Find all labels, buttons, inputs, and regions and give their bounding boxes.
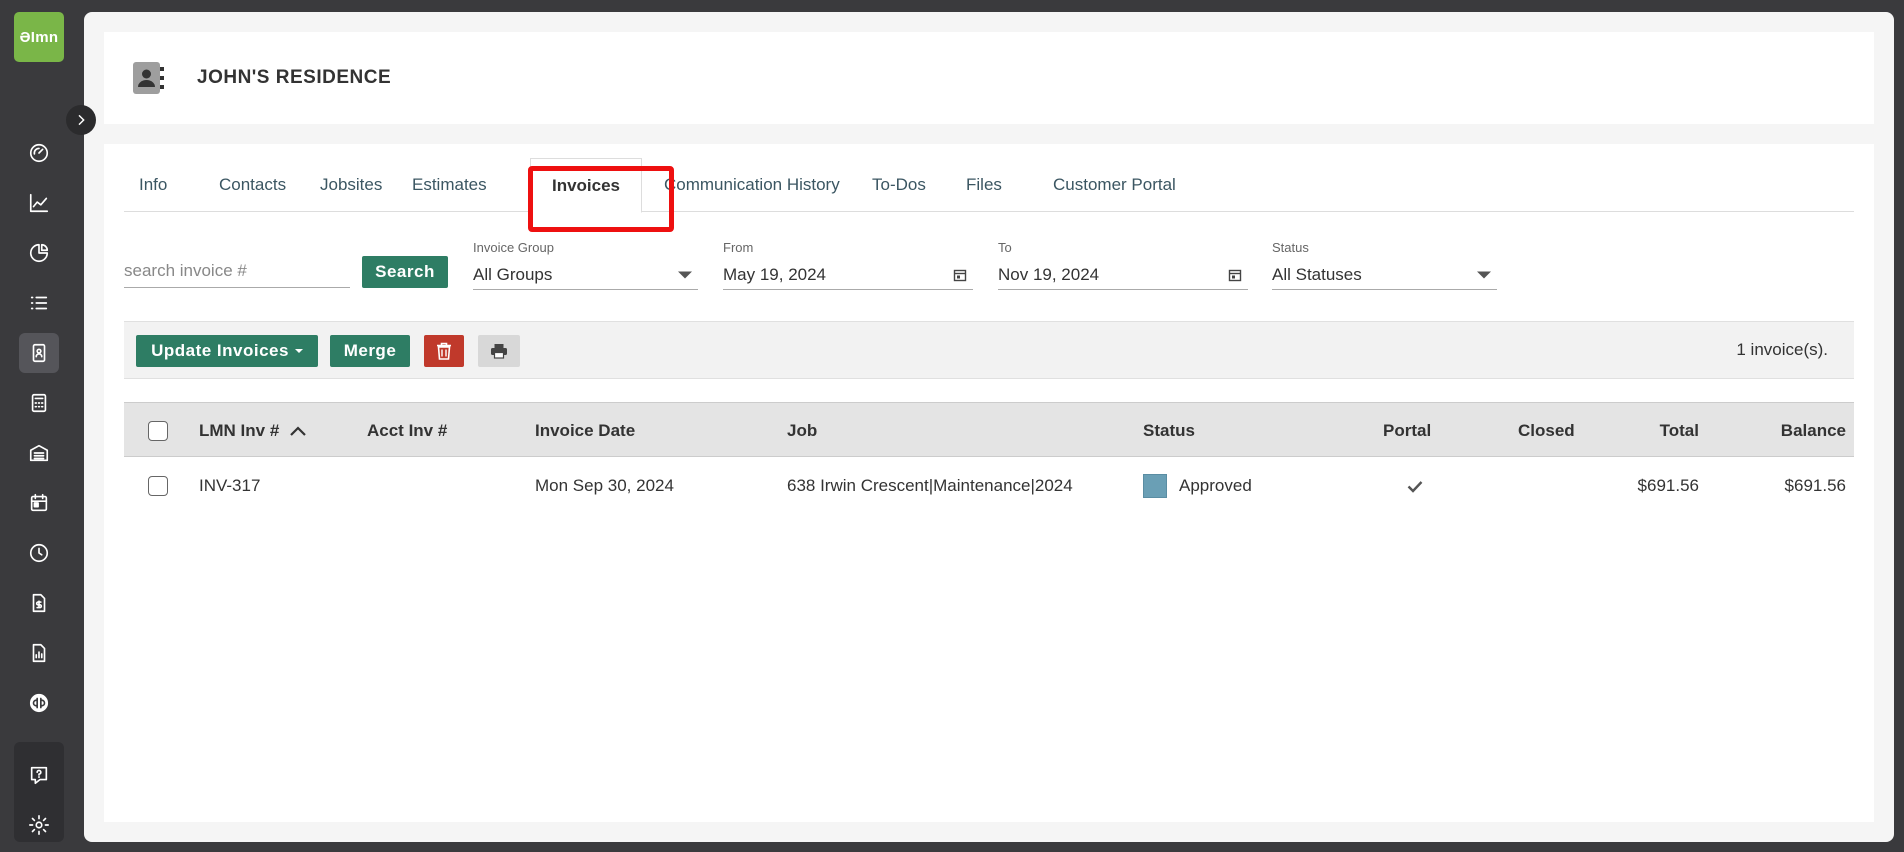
status-value: All Statuses [1272, 264, 1362, 284]
search-button[interactable]: Search [362, 256, 448, 288]
tab-customer-portal[interactable]: Customer Portal [1043, 158, 1186, 212]
cell-balance: $691.56 [1784, 476, 1846, 495]
select-all-checkbox[interactable] [148, 420, 168, 441]
from-date-label: From [723, 240, 754, 255]
tab-estimates[interactable]: Estimates [402, 158, 497, 212]
contacts-icon[interactable] [19, 333, 59, 373]
update-invoices-button[interactable]: Update Invoices [136, 335, 318, 367]
column-balance[interactable]: Balance [1744, 403, 1846, 458]
column-invoice-date[interactable]: Invoice Date [535, 403, 635, 458]
sidebar: ƏImn [0, 0, 78, 852]
tab-bar: Info Contacts Jobsites Estimates Invoice… [124, 158, 1854, 232]
pie-chart-icon[interactable] [19, 233, 59, 273]
column-lmn-inv[interactable]: LMN Inv # [199, 403, 307, 458]
delete-button[interactable] [424, 335, 464, 367]
dashboard-icon[interactable] [19, 133, 59, 173]
quickbooks-icon[interactable] [19, 683, 59, 723]
invoice-icon[interactable] [19, 583, 59, 623]
invoice-group-value: All Groups [473, 264, 553, 284]
tab-invoices[interactable]: Invoices [530, 158, 642, 213]
tab-jobsites[interactable]: Jobsites [310, 158, 392, 212]
from-date-value: May 19, 2024 [723, 264, 827, 284]
row-checkbox[interactable] [148, 476, 168, 496]
sort-ascending-icon [290, 425, 307, 436]
column-portal[interactable]: Portal [1383, 403, 1431, 458]
column-job[interactable]: Job [787, 403, 817, 458]
column-closed[interactable]: Closed [1518, 403, 1575, 458]
to-date-value: Nov 19, 2024 [998, 264, 1100, 284]
tab-info[interactable]: Info [129, 158, 177, 212]
tab-contacts[interactable]: Contacts [209, 158, 296, 212]
to-date-label: To [998, 240, 1012, 255]
tab-todos[interactable]: To-Dos [862, 158, 936, 212]
caret-down-icon [678, 271, 692, 278]
portal-check-icon [1407, 457, 1423, 515]
main-panel: JOHN'S RESIDENCE Info Contacts Jobsites … [84, 12, 1894, 842]
tab-files[interactable]: Files [956, 158, 1012, 212]
contact-book-icon [133, 62, 164, 94]
cell-job: 638 Irwin Crescent|Maintenance|2024 [787, 476, 1073, 495]
chart-line-icon[interactable] [19, 183, 59, 223]
report-icon[interactable] [19, 633, 59, 673]
from-date-field[interactable]: From May 19, 2024 [723, 240, 973, 290]
list-icon[interactable] [19, 283, 59, 323]
calendar-icon[interactable] [19, 483, 59, 523]
invoice-group-select[interactable]: Invoice Group All Groups [473, 240, 698, 290]
to-date-field[interactable]: To Nov 19, 2024 [998, 240, 1248, 290]
status-select[interactable]: Status All Statuses [1272, 240, 1497, 290]
customer-header: JOHN'S RESIDENCE [104, 32, 1874, 124]
chevron-right-icon [78, 114, 85, 126]
invoice-group-label: Invoice Group [473, 240, 554, 255]
trash-icon [437, 342, 451, 360]
cell-total: $691.56 [1637, 476, 1699, 495]
settings-icon[interactable] [19, 805, 59, 845]
status-label: Status [1272, 240, 1309, 255]
column-total[interactable]: Total [1604, 403, 1699, 458]
search-input[interactable] [124, 254, 350, 288]
calendar-icon[interactable] [953, 268, 967, 282]
clock-icon[interactable] [19, 533, 59, 573]
print-button[interactable] [478, 335, 520, 367]
expand-sidebar-button[interactable] [66, 105, 96, 135]
invoice-toolbar: Update Invoices Merge 1 invoice(s). [124, 321, 1854, 379]
cell-status: Approved [1143, 457, 1252, 515]
printer-icon [491, 344, 507, 359]
merge-button[interactable]: Merge [330, 335, 410, 367]
status-color-swatch [1143, 474, 1167, 498]
cell-lmn-inv[interactable]: INV-317 [199, 457, 260, 515]
app-logo[interactable]: ƏImn [14, 12, 64, 62]
cell-invoice-date: Mon Sep 30, 2024 [535, 476, 674, 495]
column-status[interactable]: Status [1143, 403, 1195, 458]
calculator-icon[interactable] [19, 383, 59, 423]
customer-content: Info Contacts Jobsites Estimates Invoice… [104, 144, 1874, 822]
invoice-count: 1 invoice(s). [1736, 340, 1828, 359]
warehouse-icon[interactable] [19, 433, 59, 473]
help-icon[interactable] [19, 755, 59, 795]
page-title: JOHN'S RESIDENCE [197, 67, 392, 88]
invoice-table-header: LMN Inv # Acct Inv # Invoice Date Job St… [124, 402, 1854, 457]
tab-communication-history[interactable]: Communication History [654, 158, 850, 212]
caret-down-icon [294, 349, 303, 353]
calendar-icon[interactable] [1228, 268, 1242, 282]
table-row[interactable]: INV-317 Mon Sep 30, 2024 638 Irwin Cresc… [124, 457, 1854, 515]
caret-down-icon [1477, 271, 1491, 278]
column-acct-inv[interactable]: Acct Inv # [367, 403, 447, 458]
